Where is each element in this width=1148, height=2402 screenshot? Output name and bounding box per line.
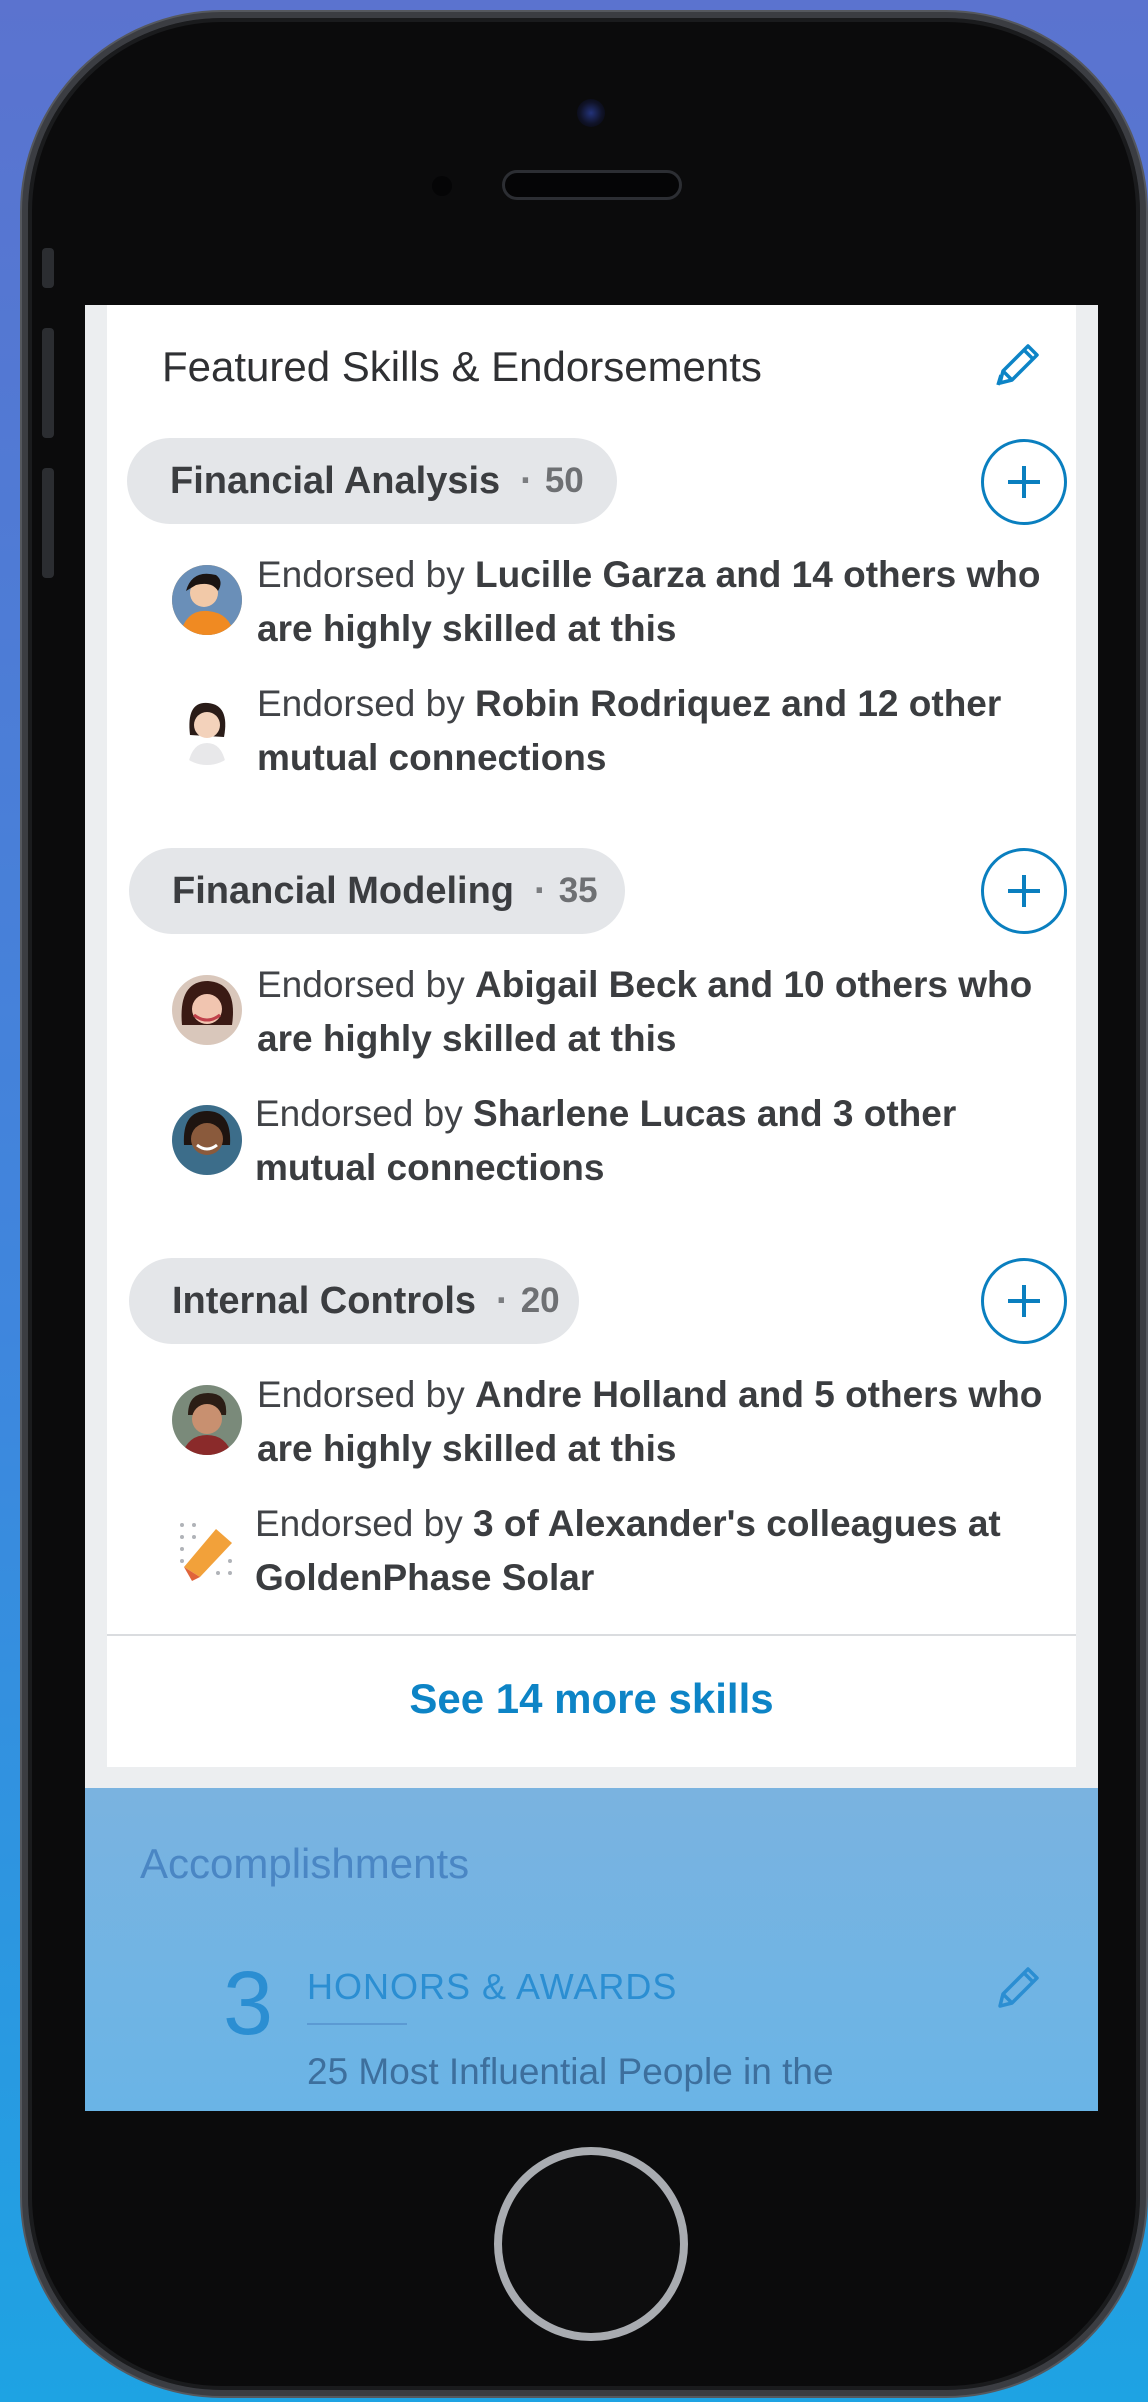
endorsement-text: Endorsed by Robin Rodriquez and 12 other… [257,683,1002,778]
skill-name: Internal Controls [172,1279,477,1322]
accomplishment-category[interactable]: HONORS & AWARDS [307,1966,677,2008]
accomplishment-count: 3 [223,1954,274,2054]
accomplishments-section: Accomplishments 3 HONORS & AWARDS 25 Mos… [85,1788,1098,2111]
skill-name: Financial Analysis [170,459,501,502]
app-screen: Featured Skills & Endorsements Financial… [85,305,1098,2111]
skill-endorsement-count: 35 [558,871,598,910]
mute-switch [42,248,54,288]
skill-endorsement-count: 20 [520,1281,560,1320]
endorsement-text: Endorsed by Abigail Beck and 10 others w… [257,964,1033,1059]
accomplishment-item[interactable]: 25 Most Influential People in the [307,2051,834,2093]
company-logo-icon[interactable] [172,1515,242,1585]
card-title: Featured Skills & Endorsements [162,343,762,390]
divider [107,1634,1076,1636]
endorsement-text: Endorsed by Andre Holland and 5 others w… [257,1374,1043,1469]
pencil-edit-icon[interactable] [990,1960,1046,2016]
skill-endorsement-count: 50 [544,461,584,500]
endorsement-text: Endorsed by Sharlene Lucas and 3 other m… [255,1093,957,1188]
proximity-sensor [432,176,452,196]
skill-separator: · [534,869,547,912]
skill-name: Financial Modeling [172,869,515,912]
pencil-edit-icon[interactable] [990,337,1046,393]
section-title: Accomplishments [140,1840,470,1887]
skill-pill-financial-analysis[interactable]: Financial Analysis · 50 [127,438,617,524]
plus-icon [1008,466,1040,498]
skill-pill-internal-controls[interactable]: Internal Controls · 20 [129,1258,579,1344]
avatar[interactable] [172,565,242,635]
skills-endorsements-card: Featured Skills & Endorsements Financial… [107,305,1076,1767]
endorse-plus-button[interactable] [981,848,1067,934]
divider [307,2023,407,2025]
plus-icon [1008,875,1040,907]
skill-pill-financial-modeling[interactable]: Financial Modeling · 35 [129,848,625,934]
avatar[interactable] [172,1385,242,1455]
skill-separator: · [520,459,533,502]
front-camera [577,99,605,127]
endorse-plus-button[interactable] [981,1258,1067,1344]
skill-separator: · [496,1279,509,1322]
home-button[interactable] [494,2147,688,2341]
endorsement-text: Endorsed by Lucille Garza and 14 others … [257,554,1041,649]
volume-down-button [42,468,54,578]
volume-up-button [42,328,54,438]
avatar[interactable] [172,1105,242,1175]
avatar[interactable] [172,975,242,1045]
endorse-plus-button[interactable] [981,439,1067,525]
earpiece-speaker [502,170,682,200]
see-more-skills-link[interactable]: See 14 more skills [107,1675,1076,1723]
plus-icon [1008,1285,1040,1317]
avatar[interactable] [172,695,242,765]
endorsement-text: Endorsed by 3 of Alexander's colleagues … [255,1503,1001,1598]
